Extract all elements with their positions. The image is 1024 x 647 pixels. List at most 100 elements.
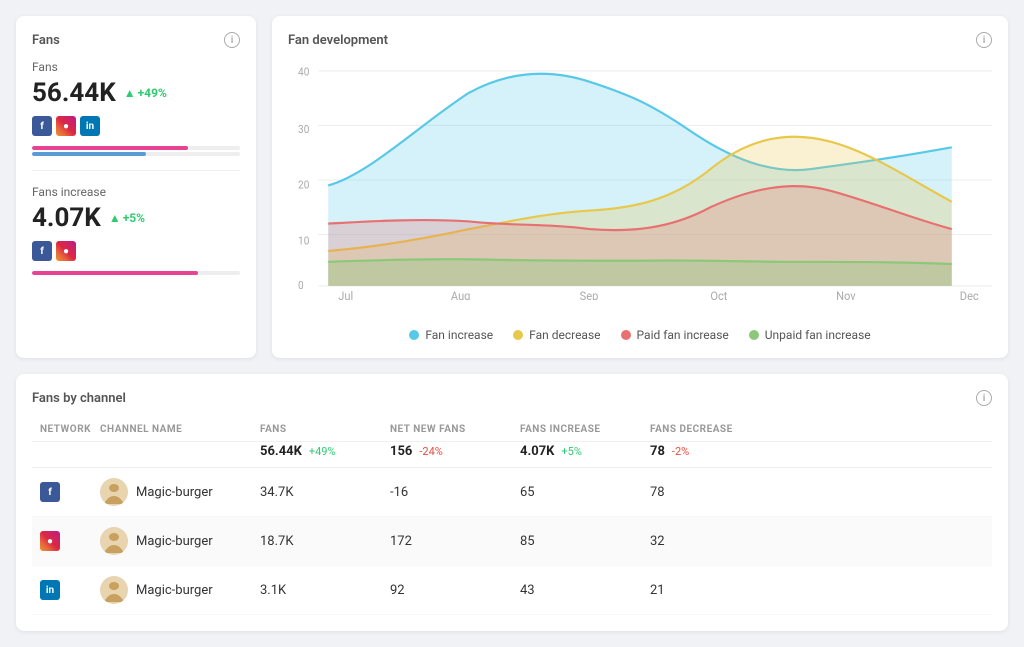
chart-wrapper: 40 30 20 10 0 Jul Aug Sep Oct Nov Dec xyxy=(288,60,992,320)
svg-text:Aug: Aug xyxy=(451,289,470,300)
table-section: Network Channel Name Fans Net New Fans F… xyxy=(32,418,992,615)
col-fans-decrease: Fans Decrease xyxy=(650,424,780,435)
total-fans-decrease: 78 -2% xyxy=(650,444,780,459)
fans-by-channel-card: Fans by channel i Network Channel Name F… xyxy=(16,374,1008,631)
svg-text:20: 20 xyxy=(298,178,309,192)
linkedin-icon[interactable]: in xyxy=(80,116,100,136)
legend-unpaid-fan-increase-dot xyxy=(749,330,759,340)
row-channel: Magic-burger xyxy=(100,527,260,555)
svg-text:Dec: Dec xyxy=(960,289,979,300)
row-fans: 34.7K xyxy=(260,485,390,500)
total-net-new-fans: 156 -24% xyxy=(390,444,520,459)
fans-by-channel-header: Fans by channel i xyxy=(32,390,992,406)
fans-section: Fans 56.44K ▲ +49% f ● in xyxy=(32,60,240,156)
fans-up-arrow: ▲ xyxy=(124,86,136,100)
fans-increase-badge: ▲ +5% xyxy=(109,211,145,225)
fan-development-chart: 40 30 20 10 0 Jul Aug Sep Oct Nov Dec xyxy=(288,60,992,300)
fans-label: Fans xyxy=(32,60,240,74)
table-rows: f Magic-burger 34.7K -16 65 78 ● xyxy=(32,468,992,615)
col-fans-increase: Fans Increase xyxy=(520,424,650,435)
channel-avatar xyxy=(100,527,128,555)
svg-text:Sep: Sep xyxy=(580,289,599,300)
row-fans-decrease: 78 xyxy=(650,485,780,500)
facebook-icon[interactable]: f xyxy=(32,116,52,136)
fans-badge: ▲ +49% xyxy=(124,86,167,100)
svg-text:30: 30 xyxy=(298,123,309,137)
svg-text:10: 10 xyxy=(298,234,309,248)
legend-fan-increase-label: Fan increase xyxy=(425,328,493,342)
channel-avatar xyxy=(100,478,128,506)
fans-increase-value: 4.07K xyxy=(32,203,101,233)
table-row: f Magic-burger 34.7K -16 65 78 xyxy=(32,468,992,517)
fans-card-header: Fans i xyxy=(32,32,240,48)
row-net-new-fans: 92 xyxy=(390,583,520,598)
channel-name: Magic-burger xyxy=(136,485,213,500)
chart-title: Fan development xyxy=(288,33,388,48)
legend-unpaid-fan-increase: Unpaid fan increase xyxy=(749,328,871,342)
row-network-icon[interactable]: ● xyxy=(40,531,60,551)
row-net-new-fans: 172 xyxy=(390,534,520,549)
row-network: in xyxy=(40,580,100,600)
row-network: f xyxy=(40,482,100,502)
row-network-icon[interactable]: in xyxy=(40,580,60,600)
fans-fill-blue xyxy=(32,152,146,156)
row-fans-decrease: 21 xyxy=(650,583,780,598)
fans-social-icons: f ● in xyxy=(32,116,240,136)
legend-fan-increase-dot xyxy=(409,330,419,340)
col-network: Network xyxy=(40,424,100,435)
row-fans-increase: 65 xyxy=(520,485,650,500)
svg-text:Jul: Jul xyxy=(338,289,353,300)
row-channel: Magic-burger xyxy=(100,478,260,506)
chart-legend: Fan increase Fan decrease Paid fan incre… xyxy=(288,328,992,342)
channel-avatar xyxy=(100,576,128,604)
fans-increase-progress xyxy=(32,271,240,275)
row-fans: 3.1K xyxy=(260,583,390,598)
total-fans: 56.44K +49% xyxy=(260,444,390,459)
row-channel: Magic-burger xyxy=(100,576,260,604)
table-info-icon[interactable]: i xyxy=(976,390,992,406)
chart-card: Fan development i 40 30 20 10 0 Jul Aug xyxy=(272,16,1008,358)
legend-fan-decrease: Fan decrease xyxy=(513,328,600,342)
row-fans-increase: 43 xyxy=(520,583,650,598)
fans-increase-instagram-icon[interactable]: ● xyxy=(56,241,76,261)
col-fans: Fans xyxy=(260,424,390,435)
legend-fan-decrease-dot xyxy=(513,330,523,340)
fans-increase-section: Fans increase 4.07K ▲ +5% f ● xyxy=(32,185,240,275)
svg-text:0: 0 xyxy=(298,279,304,293)
legend-paid-fan-increase-label: Paid fan increase xyxy=(637,328,729,342)
channel-name: Magic-burger xyxy=(136,583,213,598)
row-fans-increase: 85 xyxy=(520,534,650,549)
total-fans-increase: 4.07K +5% xyxy=(520,444,650,459)
legend-paid-fan-increase-dot xyxy=(621,330,631,340)
row-network-icon[interactable]: f xyxy=(40,482,60,502)
legend-fan-decrease-label: Fan decrease xyxy=(529,328,600,342)
row-fans-decrease: 32 xyxy=(650,534,780,549)
instagram-icon[interactable]: ● xyxy=(56,116,76,136)
fans-increase-progress-bar-pink xyxy=(32,271,240,275)
fans-by-channel-title: Fans by channel xyxy=(32,391,126,406)
table-row: ● Magic-burger 18.7K 172 85 32 xyxy=(32,517,992,566)
fans-increase-social-icons: f ● xyxy=(32,241,240,261)
row-fans: 18.7K xyxy=(260,534,390,549)
fans-increase-badge-text: +5% xyxy=(123,211,145,225)
row-network: ● xyxy=(40,531,100,551)
fans-progress-bar-blue xyxy=(32,152,240,156)
table-totals-row: 56.44K +49% 156 -24% 4.07K +5% 78 -2% xyxy=(32,442,992,468)
fans-increase-arrow: ▲ xyxy=(109,211,121,225)
legend-unpaid-fan-increase-label: Unpaid fan increase xyxy=(765,328,871,342)
legend-fan-increase: Fan increase xyxy=(409,328,493,342)
col-net-new-fans: Net New Fans xyxy=(390,424,520,435)
legend-paid-fan-increase: Paid fan increase xyxy=(621,328,729,342)
fans-value: 56.44K xyxy=(32,78,116,108)
chart-info-icon[interactable]: i xyxy=(976,32,992,48)
fans-increase-value-row: 4.07K ▲ +5% xyxy=(32,203,240,233)
fans-progress xyxy=(32,146,240,156)
fans-progress-bar-pink xyxy=(32,146,240,150)
fans-increase-facebook-icon[interactable]: f xyxy=(32,241,52,261)
table-row: in Magic-burger 3.1K 92 43 21 xyxy=(32,566,992,615)
table-header-row: Network Channel Name Fans Net New Fans F… xyxy=(32,418,992,442)
channel-name: Magic-burger xyxy=(136,534,213,549)
svg-text:Oct: Oct xyxy=(710,289,727,300)
svg-text:Nov: Nov xyxy=(836,289,856,300)
fans-info-icon[interactable]: i xyxy=(224,32,240,48)
